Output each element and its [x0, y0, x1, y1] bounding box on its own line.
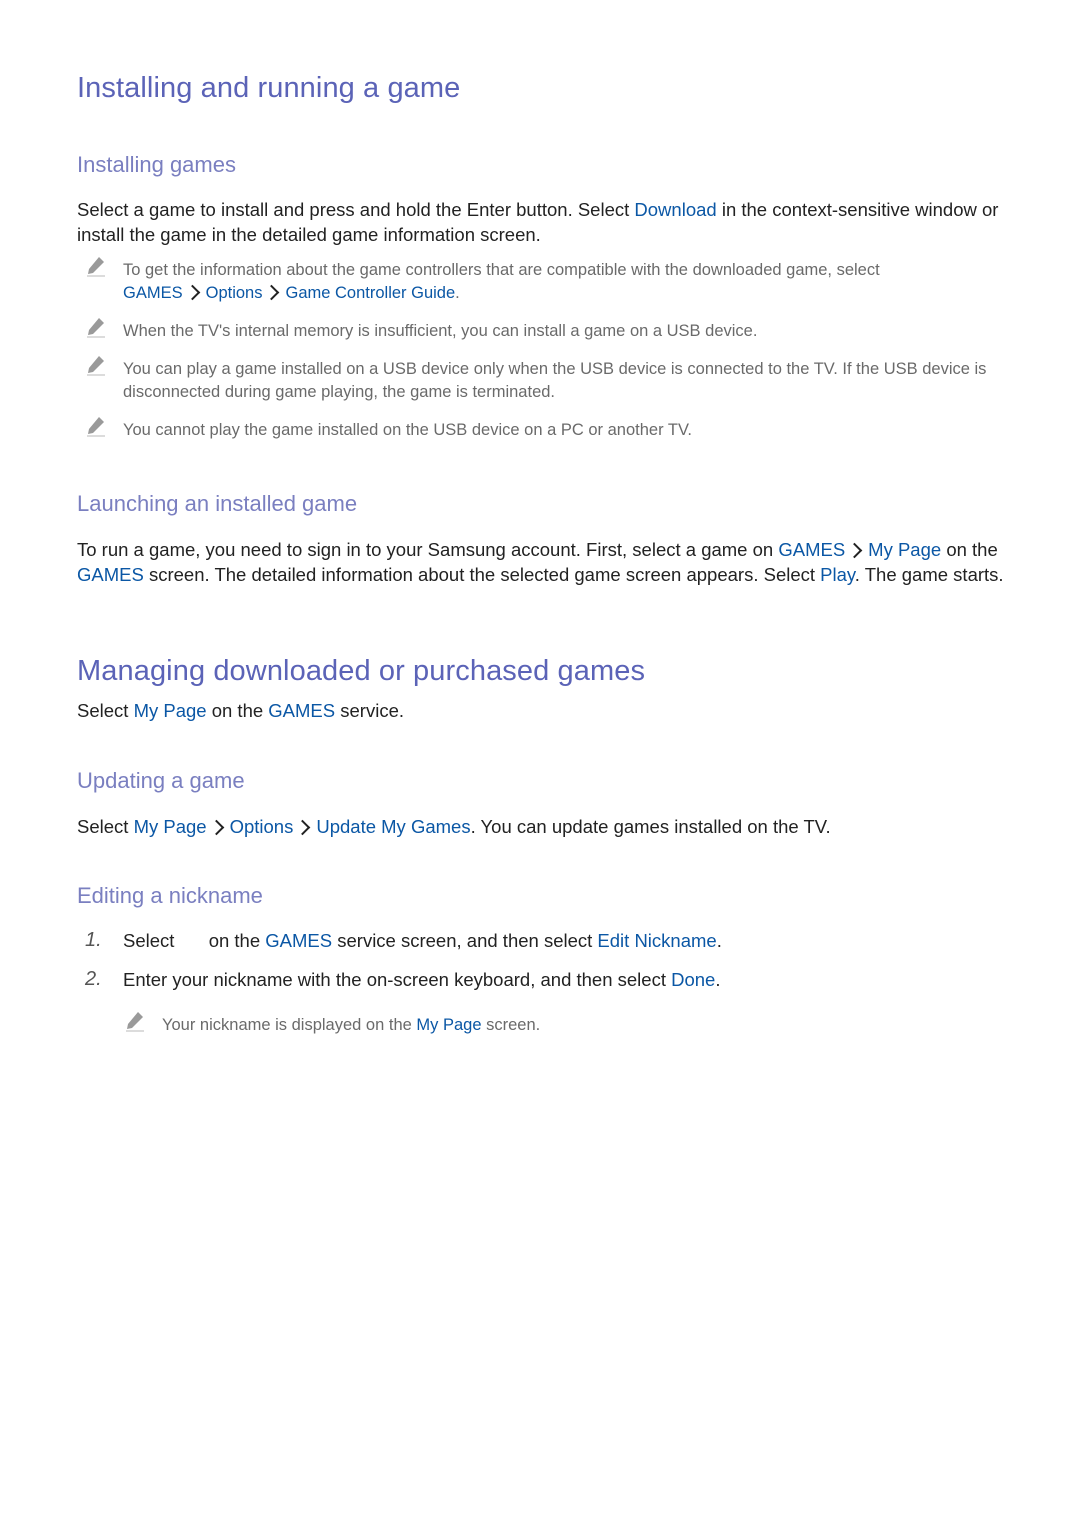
note-usb-connected: You can play a game installed on a USB d…	[87, 356, 1003, 404]
text: To run a game, you need to sign in to yo…	[77, 539, 779, 560]
text: Enter your nickname with the on-screen k…	[123, 969, 672, 990]
step-number: 2.	[85, 968, 102, 990]
text: on the	[941, 539, 998, 560]
managing-intro: Select My Page on the GAMES service.	[77, 698, 1007, 723]
text: screen. The detailed information about t…	[143, 564, 821, 585]
download-link[interactable]: Download	[634, 199, 716, 220]
note-text: You can play a game installed on a USB d…	[123, 360, 987, 401]
chevron-right-icon	[184, 284, 200, 301]
games-link[interactable]: GAMES	[123, 284, 183, 302]
text: .	[715, 969, 721, 990]
done-link[interactable]: Done	[671, 969, 715, 990]
note-text: Your nickname is displayed on the	[162, 1016, 417, 1034]
note-nickname-displayed: Your nickname is displayed on the My Pag…	[126, 1012, 1042, 1037]
update-my-games-link[interactable]: Update My Games	[316, 816, 470, 837]
options-link[interactable]: Options	[230, 816, 294, 837]
pencil-icon	[87, 417, 105, 437]
note-controller-guide: To get the information about the game co…	[87, 257, 1003, 305]
heading-launching-game: Launching an installed game	[77, 491, 358, 516]
games-link[interactable]: GAMES	[778, 539, 845, 560]
text: Select	[123, 930, 180, 951]
text: Select	[77, 816, 134, 837]
text: . The game starts.	[854, 564, 1004, 585]
text: on the	[206, 700, 269, 721]
edit-nickname-link[interactable]: Edit Nickname	[597, 930, 716, 951]
pencil-icon	[87, 318, 105, 338]
my-page-link[interactable]: My Page	[416, 1016, 481, 1034]
games-link[interactable]: GAMES	[268, 700, 335, 721]
my-page-link[interactable]: My Page	[134, 700, 207, 721]
note-text: screen.	[481, 1016, 541, 1034]
updating-paragraph: Select My Page Options Update My Games. Yo…	[77, 814, 1007, 839]
chevron-right-icon	[846, 542, 863, 558]
step-text: Select on the GAMES service screen, and …	[123, 928, 722, 953]
note-text: When the TV's internal memory is insuffi…	[123, 322, 758, 340]
my-page-link[interactable]: My Page	[134, 816, 207, 837]
note-internal-memory: When the TV's internal memory is insuffi…	[87, 318, 1003, 343]
pencil-icon	[87, 257, 105, 277]
step-number: 1.	[85, 929, 102, 951]
text: .	[455, 284, 460, 302]
text: service screen, and then select	[332, 930, 598, 951]
step-text: Enter your nickname with the on-screen k…	[123, 967, 720, 992]
note-text: To get the information about the game co…	[123, 261, 880, 279]
chevron-right-icon	[264, 284, 280, 301]
note-usb-pc: You cannot play the game installed on th…	[87, 417, 1003, 442]
my-page-link[interactable]: My Page	[868, 539, 941, 560]
games-link[interactable]: GAMES	[77, 564, 144, 585]
text: .	[716, 930, 722, 951]
text: . You can update games installed on the …	[470, 816, 831, 837]
section-title-installing-running: Installing and running a game	[77, 72, 461, 104]
text: on the	[203, 930, 266, 951]
heading-installing-games: Installing games	[77, 152, 236, 177]
pencil-icon	[87, 356, 105, 376]
text: Select	[77, 700, 134, 721]
launching-paragraph: To run a game, you need to sign in to yo…	[77, 537, 1007, 587]
game-controller-guide-link[interactable]: Game Controller Guide	[285, 284, 455, 302]
games-link[interactable]: GAMES	[265, 930, 332, 951]
options-link[interactable]: Options	[206, 284, 263, 302]
pencil-icon	[126, 1012, 144, 1032]
play-link[interactable]: Play	[820, 564, 855, 585]
heading-updating-game: Updating a game	[77, 768, 245, 793]
text: service.	[335, 700, 405, 721]
section-title-managing-games: Managing downloaded or purchased games	[77, 655, 646, 687]
installing-games-paragraph: Select a game to install and press and h…	[77, 197, 1007, 247]
chevron-right-icon	[295, 819, 311, 835]
heading-editing-nickname: Editing a nickname	[77, 883, 263, 908]
text: Select a game to install and press and h…	[77, 199, 635, 220]
note-text: You cannot play the game installed on th…	[123, 421, 693, 439]
chevron-right-icon	[208, 819, 224, 835]
